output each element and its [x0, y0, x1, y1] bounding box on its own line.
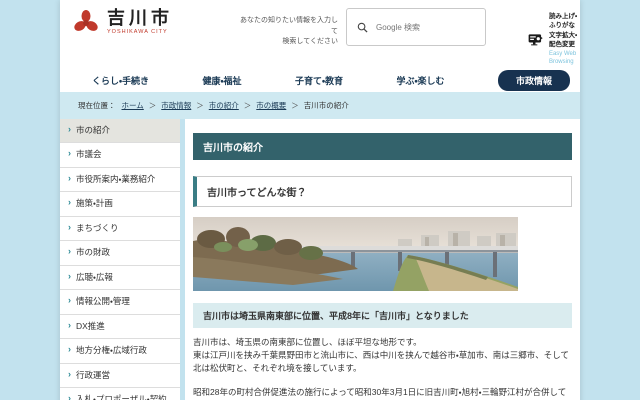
sidebar-item[interactable]: › 市議会 [60, 143, 180, 167]
sidebar-item[interactable]: › 市役所案内・業務紹介 [60, 168, 180, 192]
chevron-right-icon: › [68, 321, 71, 331]
sidebar-item[interactable]: › 入札・プロポーザル・契約 [60, 388, 180, 400]
page-container: 吉川市 YOSHIKAWA CITY あなたの知りたい情報を入力して 検索してく… [60, 0, 580, 400]
sub-heading: 吉川市は埼玉県南東部に位置、平成8年に「吉川市」となりました [193, 303, 572, 328]
chevron-right-icon: › [68, 272, 71, 282]
chevron-right-icon: › [68, 247, 71, 257]
paragraph-1: 吉川市は、埼玉県の南東部に位置し、ほぼ平坦な地形です。 東は江戸川を挟み千葉県野… [193, 336, 572, 376]
sidebar-item-label: 情報公開・管理 [76, 296, 130, 307]
city-emblem-icon [72, 8, 100, 36]
breadcrumb-link[interactable]: 市政情報 [161, 101, 191, 110]
easy-web-browsing-icon [528, 30, 543, 50]
sidebar-item-label: 広聴・広報 [76, 272, 113, 283]
sidebar-item[interactable]: › 行政運営 [60, 364, 180, 388]
sidebar-menu: › 市の紹介 › 市議会 › 市役所案内・業務紹介 › 施策・計画 › まちづくり › 市の財政 › 広聴… [60, 119, 180, 400]
sidebar-item-label: 市議会 [76, 149, 102, 160]
accessibility-label: 読み上げ・ふりがな 文字拡大・配色変更 Easy Web Browsing [549, 12, 583, 67]
breadcrumb-separator: ＞ [149, 101, 157, 110]
chevron-right-icon: › [68, 394, 71, 400]
sidebar-item-label: 市の財政 [76, 247, 110, 258]
chevron-right-icon: › [68, 345, 71, 355]
sidebar-item-label: 市役所案内・業務紹介 [76, 174, 155, 185]
chevron-right-icon: › [68, 174, 71, 184]
sidebar-item-label: 行政運営 [76, 370, 110, 381]
search-placeholder: Google 検索 [376, 22, 420, 33]
page-title: 吉川市の紹介 [193, 133, 572, 160]
nav-item[interactable]: 子育て・教育 [295, 74, 343, 87]
sidebar-item[interactable]: › DX推進 [60, 315, 180, 339]
chevron-right-icon: › [68, 125, 71, 135]
chevron-right-icon: › [68, 296, 71, 306]
breadcrumb-current: 吉川市の紹介 [304, 101, 349, 110]
search-icon [357, 22, 368, 33]
nav-item[interactable]: 健康・福祉 [202, 74, 241, 87]
breadcrumb-separator: ＞ [244, 101, 252, 110]
site-header: 吉川市 YOSHIKAWA CITY あなたの知りたい情報を入力して 検索してく… [60, 0, 580, 68]
main-content: 吉川市の紹介 吉川市ってどんな街？ [185, 119, 580, 400]
site-logo[interactable]: 吉川市 YOSHIKAWA CITY [72, 8, 173, 36]
search-hint: あなたの知りたい情報を入力して 検索してください [238, 16, 338, 48]
site-name-en: YOSHIKAWA CITY [107, 29, 173, 35]
chevron-right-icon: › [68, 223, 71, 233]
sidebar-item[interactable]: › 情報公開・管理 [60, 290, 180, 314]
breadcrumb-link[interactable]: ホーム [122, 101, 144, 110]
sidebar-item-label: 地方分権・広域行政 [76, 345, 147, 356]
breadcrumb-link[interactable]: 市の紹介 [209, 101, 239, 110]
search-input[interactable]: Google 検索 [346, 8, 486, 46]
breadcrumb-link[interactable]: 市の概要 [256, 101, 286, 110]
chevron-right-icon: › [68, 198, 71, 208]
paragraph-2: 昭和28年の町村合併促進法の施行によって昭和30年3月1日に旧吉川町・旭村・三輪… [193, 386, 572, 400]
site-name: 吉川市 [107, 9, 173, 27]
breadcrumb-separator: ＞ [196, 101, 204, 110]
sidebar-item[interactable]: › 地方分権・広域行政 [60, 339, 180, 363]
sidebar-item[interactable]: › 市の財政 [60, 241, 180, 265]
sidebar-item-label: まちづくり [76, 223, 119, 234]
sidebar-item-label: 入札・プロポーザル・契約 [76, 394, 167, 400]
sidebar-item[interactable]: › 市の紹介 [60, 119, 180, 143]
breadcrumb-list: ホーム ＞ 市政情報 ＞ 市の紹介 ＞ 市の概要 ＞ 吉川市の紹介 [122, 100, 349, 111]
accessibility-tool[interactable]: 読み上げ・ふりがな 文字拡大・配色変更 Easy Web Browsing [528, 12, 583, 67]
nav-item[interactable]: くらし・手続き [92, 74, 149, 87]
river-bridge-photo [193, 217, 572, 291]
sidebar-item[interactable]: › 施策・計画 [60, 192, 180, 216]
breadcrumb-prefix: 現在位置： [78, 100, 116, 111]
main-nav: くらし・手続き 健康・福祉 子育て・教育 学ぶ・楽しむ 市政情報 [60, 68, 580, 92]
breadcrumb: 現在位置： ホーム ＞ 市政情報 ＞ 市の紹介 ＞ 市の概要 ＞ 吉川市の紹介 [60, 92, 580, 119]
nav-item-active[interactable]: 市政情報 [498, 70, 570, 91]
sidebar-item-label: 施策・計画 [76, 198, 113, 209]
sidebar-item-label: DX推進 [76, 321, 105, 332]
sidebar-item-label: 市の紹介 [76, 125, 110, 136]
nav-item[interactable]: 学ぶ・楽しむ [396, 74, 444, 87]
section-heading: 吉川市ってどんな街？ [193, 176, 572, 207]
sidebar-item[interactable]: › まちづくり [60, 217, 180, 241]
sidebar-item[interactable]: › 広聴・広報 [60, 266, 180, 290]
chevron-right-icon: › [68, 370, 71, 380]
breadcrumb-separator: ＞ [291, 101, 299, 110]
chevron-right-icon: › [68, 149, 71, 159]
